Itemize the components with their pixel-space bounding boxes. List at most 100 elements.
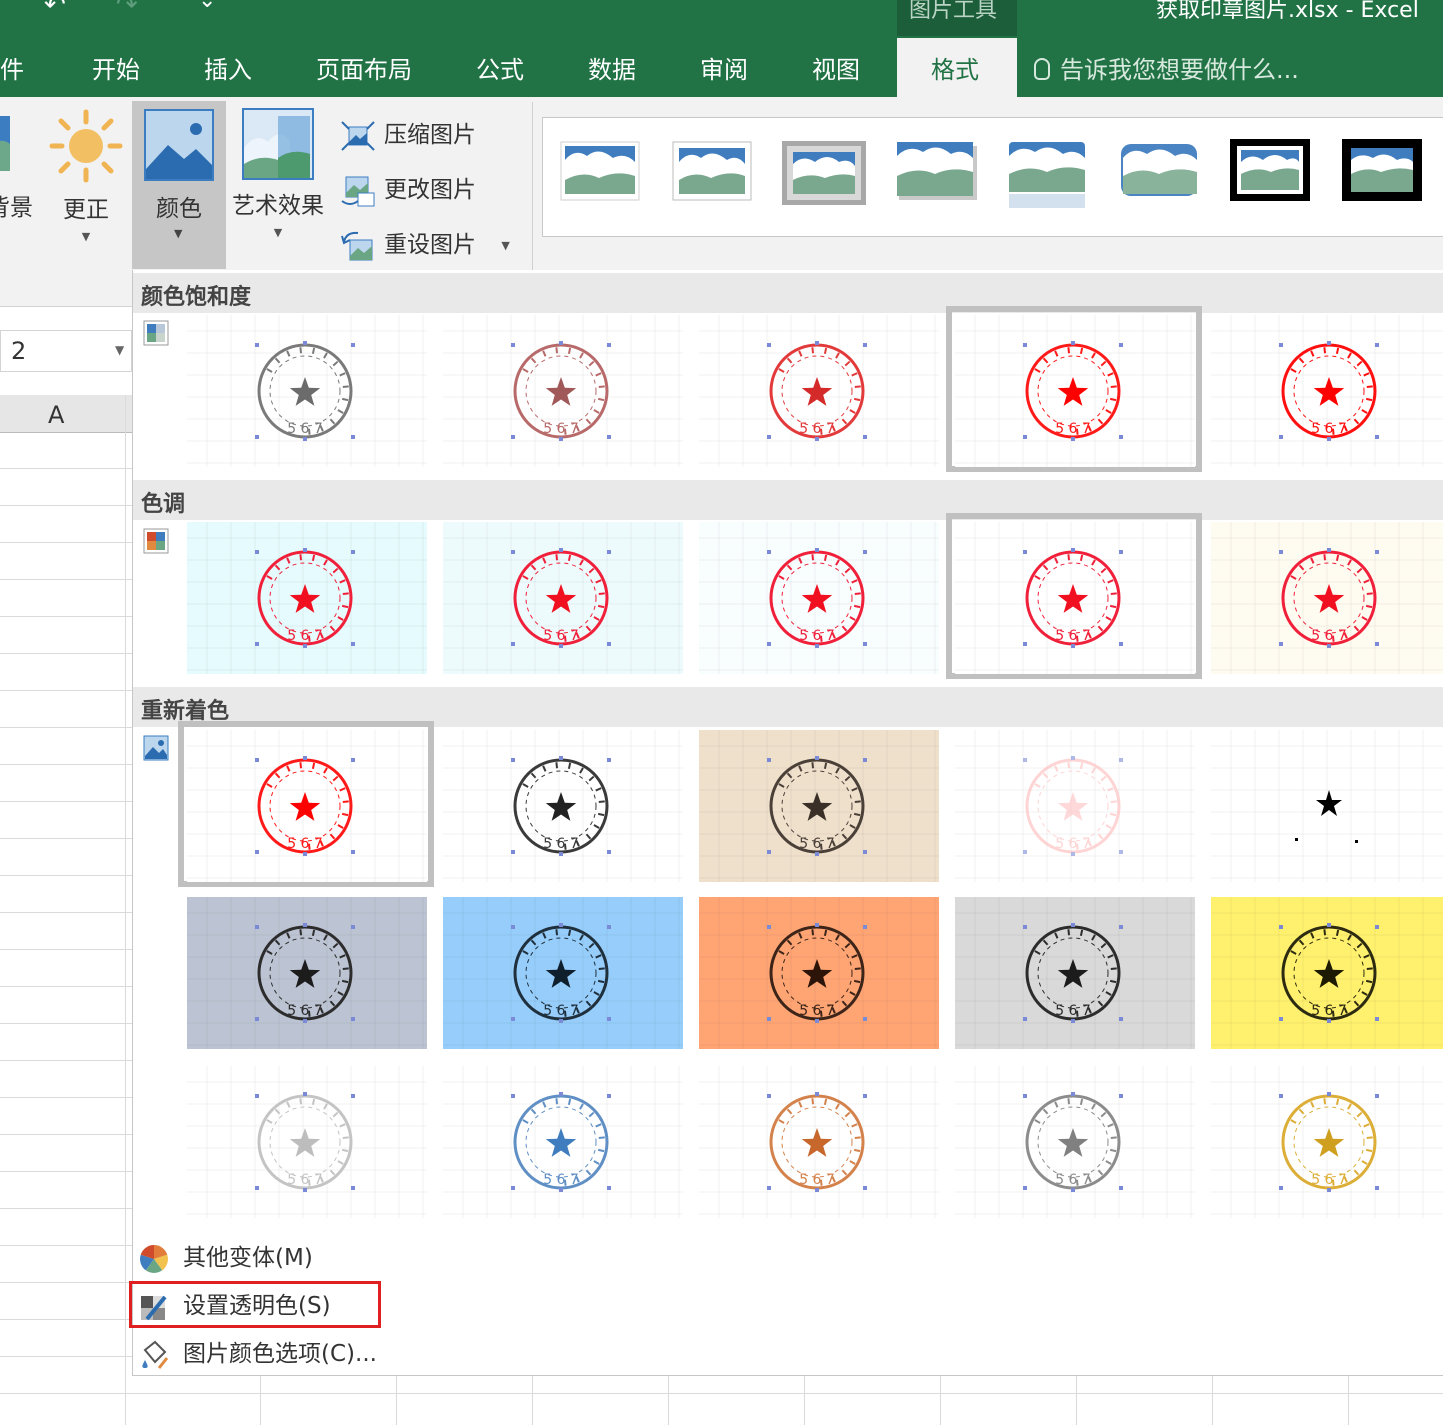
picture-tools-context: 图片工具 (897, 0, 1017, 36)
color-variant-tone-5900k[interactable]: 5 6 7 (699, 522, 939, 674)
saturation-header-label: 颜色饱和度 (141, 285, 252, 310)
reset-picture-button[interactable]: 重设图片 ▼ (340, 225, 510, 262)
color-variant-recolor-dark-gray[interactable]: 5 6 7 (955, 897, 1195, 1049)
color-variant-tone-5300k[interactable]: 5 6 7 (443, 522, 683, 674)
chevron-down-icon[interactable]: ▼ (115, 343, 124, 357)
remove-background-button[interactable]: 背景 (0, 108, 38, 222)
svg-text:5 6 7: 5 6 7 (1055, 1003, 1091, 1019)
tone-header-label: 色调 (141, 492, 186, 517)
stamp-preview: 5 6 7 (955, 730, 1195, 882)
corrections-button[interactable]: 更正 ▼ (46, 108, 126, 243)
tab-review[interactable]: 审阅 (700, 50, 748, 85)
color-variant-saturation-100[interactable]: 5 6 7 (955, 315, 1195, 467)
redo-icon[interactable]: ↷ (116, 0, 138, 20)
color-variant-saturation-66[interactable]: 5 6 7 (699, 315, 939, 467)
color-variant-tone-6500k[interactable]: 5 6 7 (955, 522, 1195, 674)
color-variant-recolor-light-orange[interactable]: 5 6 7 (699, 1066, 939, 1218)
svg-text:5 6 7: 5 6 7 (287, 421, 323, 437)
color-variant-recolor-light-silver[interactable]: 5 6 7 (955, 1066, 1195, 1218)
svg-text:5 6 7: 5 6 7 (543, 1003, 579, 1019)
color-variant-recolor-black-white[interactable] (1211, 730, 1443, 882)
stamp-preview: 5 6 7 (1211, 315, 1443, 467)
tab-insert[interactable]: 插入 (204, 50, 252, 85)
title-bar: ↶ ↷ ⌄ 图片工具 获取印章图片.xlsx - Excel 件 开始 插入 页… (0, 0, 1443, 97)
stamp-preview: 5 6 7 (443, 1066, 683, 1218)
tab-data[interactable]: 数据 (588, 50, 636, 85)
picture-style-4[interactable] (895, 140, 977, 206)
color-variant-recolor-dark-blue[interactable]: 5 6 7 (443, 897, 683, 1049)
picture-color-options-item[interactable]: 图片颜色选项(C)... (139, 1334, 377, 1370)
highlight-box (129, 1281, 381, 1328)
row-gridline (0, 1319, 132, 1320)
color-variant-recolor-dark-blue-gray[interactable]: 5 6 7 (187, 897, 427, 1049)
color-variant-recolor-dark-orange[interactable]: 5 6 7 (699, 897, 939, 1049)
name-box[interactable]: 2 ▼ (0, 330, 132, 372)
change-picture-button[interactable]: 更改图片 (340, 170, 476, 207)
excel-window: ↶ ↷ ⌄ 图片工具 获取印章图片.xlsx - Excel 件 开始 插入 页… (0, 0, 1443, 1425)
tab-view[interactable]: 视图 (812, 50, 860, 85)
row-gridline (0, 875, 132, 876)
picture-style-thumb (782, 141, 866, 205)
picture-style-7[interactable] (1229, 138, 1311, 206)
stamp-preview: 5 6 7 (187, 730, 427, 882)
more-variations-item[interactable]: 其他变体(M) (139, 1238, 313, 1274)
color-variant-recolor-sepia[interactable]: 5 6 7 (699, 730, 939, 882)
column-header-a[interactable]: A (0, 395, 132, 433)
color-variant-recolor-none[interactable]: 5 6 7 (187, 730, 427, 882)
color-variant-tone-4700k[interactable]: 5 6 7 (187, 522, 427, 674)
svg-text:5 6 7: 5 6 7 (543, 1172, 579, 1188)
picture-style-5[interactable] (1007, 140, 1089, 216)
column-gridline (940, 1376, 941, 1425)
customize-qat-icon[interactable]: ⌄ (198, 0, 216, 13)
color-variant-recolor-washout[interactable]: 5 6 7 (955, 730, 1195, 882)
picture-styles-gallery[interactable] (542, 117, 1443, 237)
color-variant-recolor-dark-yellow[interactable]: 5 6 7 (1211, 897, 1443, 1049)
picture-color-icon (144, 109, 214, 181)
svg-text:5 6 7: 5 6 7 (287, 1172, 323, 1188)
row-gridline (0, 616, 132, 617)
svg-text:5 6 7: 5 6 7 (1311, 1172, 1347, 1188)
change-picture-icon (341, 176, 375, 206)
row-gridline (0, 838, 132, 839)
stamp-preview: 5 6 7 (443, 897, 683, 1049)
compress-pictures-button[interactable]: 压缩图片 (340, 115, 476, 152)
row-gridline (0, 1023, 132, 1024)
picture-style-thumb (672, 141, 752, 201)
color-variant-recolor-light-blue[interactable]: 5 6 7 (443, 1066, 683, 1218)
tell-me-search[interactable]: 告诉我您想要做什么... (1034, 50, 1299, 85)
picture-style-2[interactable] (671, 140, 753, 206)
stamp-preview: 5 6 7 (443, 315, 683, 467)
artistic-effects-button[interactable]: 艺术效果 ▼ (228, 108, 328, 239)
svg-text:5 6 7: 5 6 7 (1311, 421, 1347, 437)
picture-style-3[interactable] (781, 140, 867, 210)
svg-text:5 6 7: 5 6 7 (1055, 628, 1091, 644)
tab-page-layout[interactable]: 页面布局 (316, 50, 412, 85)
picture-style-1[interactable] (559, 140, 641, 206)
svg-text:5 6 7: 5 6 7 (799, 836, 835, 852)
color-variant-recolor-light-gold[interactable]: 5 6 7 (1211, 1066, 1443, 1218)
column-gridline (1212, 1376, 1213, 1425)
color-variant-saturation-33[interactable]: 5 6 7 (443, 315, 683, 467)
reset-label: 重设图片 (384, 232, 476, 258)
recolor-icon (143, 735, 169, 761)
stamp-preview: 5 6 7 (187, 315, 427, 467)
row-gridline (0, 1134, 132, 1135)
color-variant-recolor-grayscale[interactable]: 5 6 7 (443, 730, 683, 882)
color-variant-tone-7200k[interactable]: 5 6 7 (1211, 522, 1443, 674)
color-variant-saturation-200[interactable]: 5 6 7 (1211, 315, 1443, 467)
color-variant-recolor-light-gray[interactable]: 5 6 7 (187, 1066, 427, 1218)
stamp-preview: 5 6 7 (699, 730, 939, 882)
row-gridline (0, 1060, 132, 1061)
color-variant-saturation-0[interactable]: 5 6 7 (187, 315, 427, 467)
tab-format[interactable]: 格式 (897, 38, 1017, 97)
undo-icon[interactable]: ↶ (44, 0, 66, 20)
picture-style-6[interactable] (1119, 140, 1201, 206)
tab-home[interactable]: 开始 (92, 50, 140, 85)
column-gridline (125, 395, 126, 1425)
svg-text:5 6 7: 5 6 7 (799, 1172, 835, 1188)
color-button[interactable]: 颜色 ▼ (132, 101, 226, 269)
tab-file[interactable]: 件 (0, 50, 24, 85)
picture-style-thumb (1121, 144, 1197, 196)
picture-style-8[interactable] (1341, 138, 1425, 208)
tab-formulas[interactable]: 公式 (476, 50, 524, 85)
